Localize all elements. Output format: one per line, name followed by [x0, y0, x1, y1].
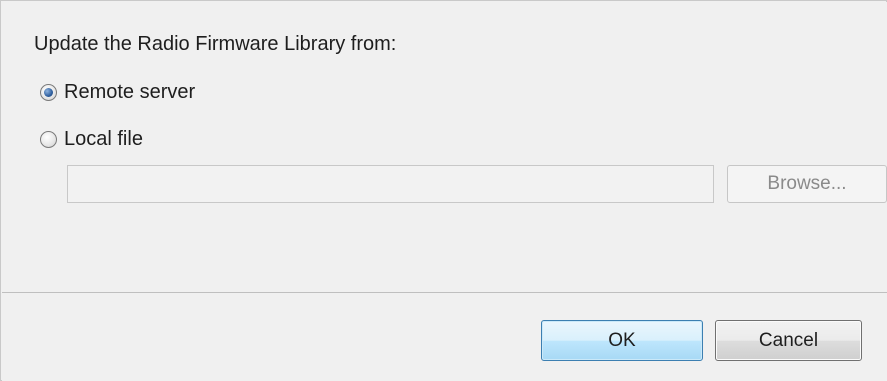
dialog-content: Update the Radio Firmware Library from: … — [2, 2, 887, 292]
radio-selected-icon[interactable] — [40, 83, 57, 101]
radio-unselected-icon[interactable] — [40, 130, 57, 148]
remote-server-label[interactable]: Remote server — [64, 80, 195, 104]
local-file-path-input[interactable] — [67, 165, 714, 203]
update-firmware-dialog: Update the Radio Firmware Library from: … — [0, 0, 887, 381]
browse-button[interactable]: Browse... — [727, 165, 887, 203]
prompt-label: Update the Radio Firmware Library from: — [34, 33, 397, 55]
remote-server-option[interactable]: Remote server — [40, 79, 195, 105]
local-file-label[interactable]: Local file — [64, 127, 143, 151]
ok-button[interactable]: OK — [541, 320, 703, 361]
local-file-option[interactable]: Local file — [40, 126, 143, 152]
cancel-button[interactable]: Cancel — [715, 320, 862, 361]
